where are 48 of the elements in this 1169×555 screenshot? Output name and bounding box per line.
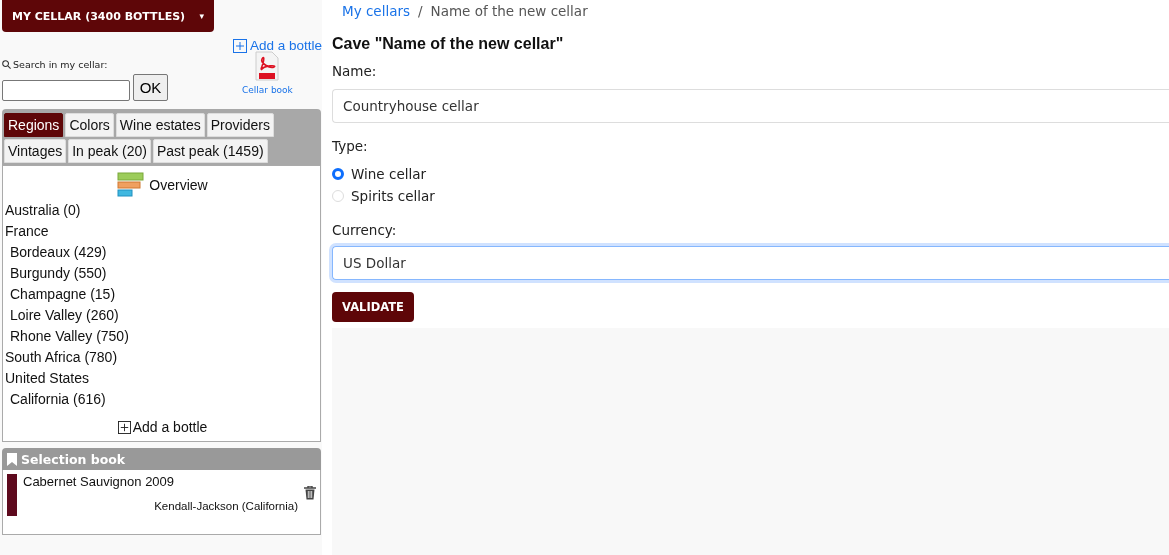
bookmark-icon xyxy=(7,452,17,466)
currency-select[interactable]: US Dollar xyxy=(332,246,1169,280)
region-item[interactable]: Champagne (15) xyxy=(5,284,320,305)
region-item[interactable]: Rhone Valley (750) xyxy=(5,326,320,347)
cellar-menu-button[interactable]: MY CELLAR (3400 BOTTLES) ▾ xyxy=(2,0,214,32)
region-item[interactable]: Burgundy (550) xyxy=(5,263,320,284)
pdf-icon xyxy=(254,51,281,81)
radio-label: Wine cellar xyxy=(351,166,426,182)
selection-book-title: Selection book xyxy=(21,451,126,467)
cellar-book-link[interactable]: Cellar book xyxy=(242,85,293,95)
tab[interactable]: Providers xyxy=(206,113,274,137)
region-item[interactable]: France xyxy=(5,221,320,242)
tab[interactable]: Wine estates xyxy=(115,113,205,137)
bar-chart-icon xyxy=(117,172,146,198)
region-item[interactable]: Bordeaux (429) xyxy=(5,242,320,263)
plus-icon xyxy=(117,420,131,434)
region-item[interactable]: Australia (0) xyxy=(5,200,320,221)
search-icon xyxy=(2,60,11,69)
ok-button[interactable]: OK xyxy=(133,74,168,101)
name-label: Name: xyxy=(332,63,378,79)
radio-label: Spirits cellar xyxy=(351,188,435,204)
tab[interactable]: Past peak (1459) xyxy=(152,139,268,163)
add-bottle-link[interactable]: Add a bottle xyxy=(232,38,322,53)
add-bottle-button[interactable]: Add a bottle xyxy=(117,419,208,435)
search-label: Search in my cellar: xyxy=(13,59,108,70)
delete-icon[interactable] xyxy=(304,486,316,500)
radio-button[interactable] xyxy=(332,168,344,180)
breadcrumb-separator: / xyxy=(418,3,423,19)
plus-icon xyxy=(232,38,247,53)
page-heading: Cave "Name of the new cellar" xyxy=(332,35,565,53)
name-field[interactable]: Countryhouse cellar xyxy=(332,89,1169,123)
region-item[interactable]: United States xyxy=(5,368,320,389)
tab[interactable]: In peak (20) xyxy=(68,139,151,163)
region-item[interactable]: South Africa (780) xyxy=(5,347,320,368)
breadcrumb-current: Name of the new cellar xyxy=(430,3,588,19)
overview-link[interactable]: Overview xyxy=(149,177,208,193)
wine-estate: Kendall-Jackson (California) xyxy=(154,500,298,512)
search-field[interactable] xyxy=(2,80,130,101)
wine-name: Cabernet Sauvignon 2009 xyxy=(23,474,175,489)
region-item[interactable]: California (616) xyxy=(5,389,320,410)
breadcrumb-link[interactable]: My cellars xyxy=(342,3,410,19)
tab[interactable]: Regions xyxy=(4,113,64,137)
region-item[interactable]: Loire Valley (260) xyxy=(5,305,320,326)
tab[interactable]: Vintages xyxy=(4,139,67,163)
tab[interactable]: Colors xyxy=(65,113,114,137)
type-label: Type: xyxy=(332,138,369,154)
validate-button[interactable]: VALIDATE xyxy=(332,292,414,322)
currency-label: Currency: xyxy=(332,222,398,238)
